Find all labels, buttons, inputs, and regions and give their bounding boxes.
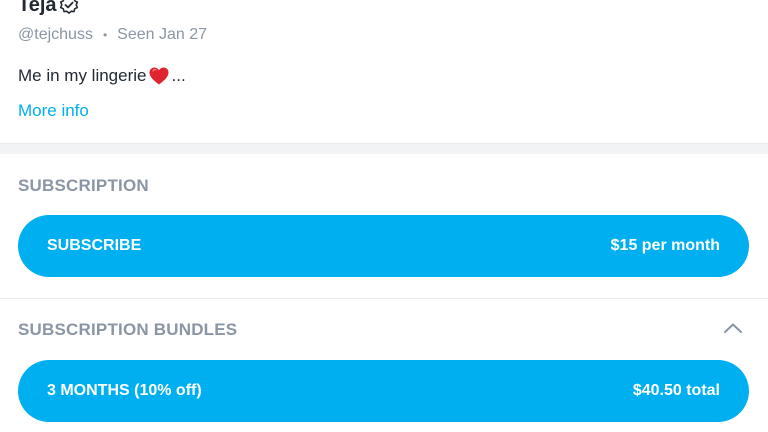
red-heart-icon xyxy=(148,66,170,86)
profile-header: Teja @tejchuss • Seen Jan 27 Me in my li… xyxy=(0,0,768,143)
bundle-label: 3 MONTHS (10% off) xyxy=(47,382,202,399)
profile-handle: @tejchuss xyxy=(18,26,93,43)
bundles-divider xyxy=(0,298,768,299)
bio-text: Me in my lingerie xyxy=(18,66,147,85)
subscribe-button-label: SUBSCRIBE xyxy=(47,237,142,254)
profile-name: Teja xyxy=(18,0,57,16)
chevron-up-icon[interactable] xyxy=(722,320,744,336)
profile-meta: @tejchuss • Seen Jan 27 xyxy=(18,26,207,44)
subscription-section-title: SUBSCRIPTION xyxy=(18,176,149,195)
meta-separator: • xyxy=(102,28,108,42)
bundle-price: $40.50 total xyxy=(632,382,720,399)
bio-ellipsis: ... xyxy=(171,66,186,85)
more-info-link[interactable]: More info xyxy=(18,101,89,121)
verified-check-icon xyxy=(59,0,79,15)
bundle-3-months-button[interactable]: 3 MONTHS (10% off) $40.50 total xyxy=(18,360,749,422)
subscribe-button[interactable]: SUBSCRIBE $15 per month xyxy=(18,215,749,277)
last-seen: Seen Jan 27 xyxy=(117,26,207,43)
bundles-section-title: SUBSCRIPTION BUNDLES xyxy=(18,320,238,339)
subscribe-price: $15 per month xyxy=(610,237,720,254)
section-divider xyxy=(0,143,768,154)
profile-bio: Me in my lingerie ... xyxy=(18,66,186,86)
profile-name-row: Teja xyxy=(18,0,79,19)
